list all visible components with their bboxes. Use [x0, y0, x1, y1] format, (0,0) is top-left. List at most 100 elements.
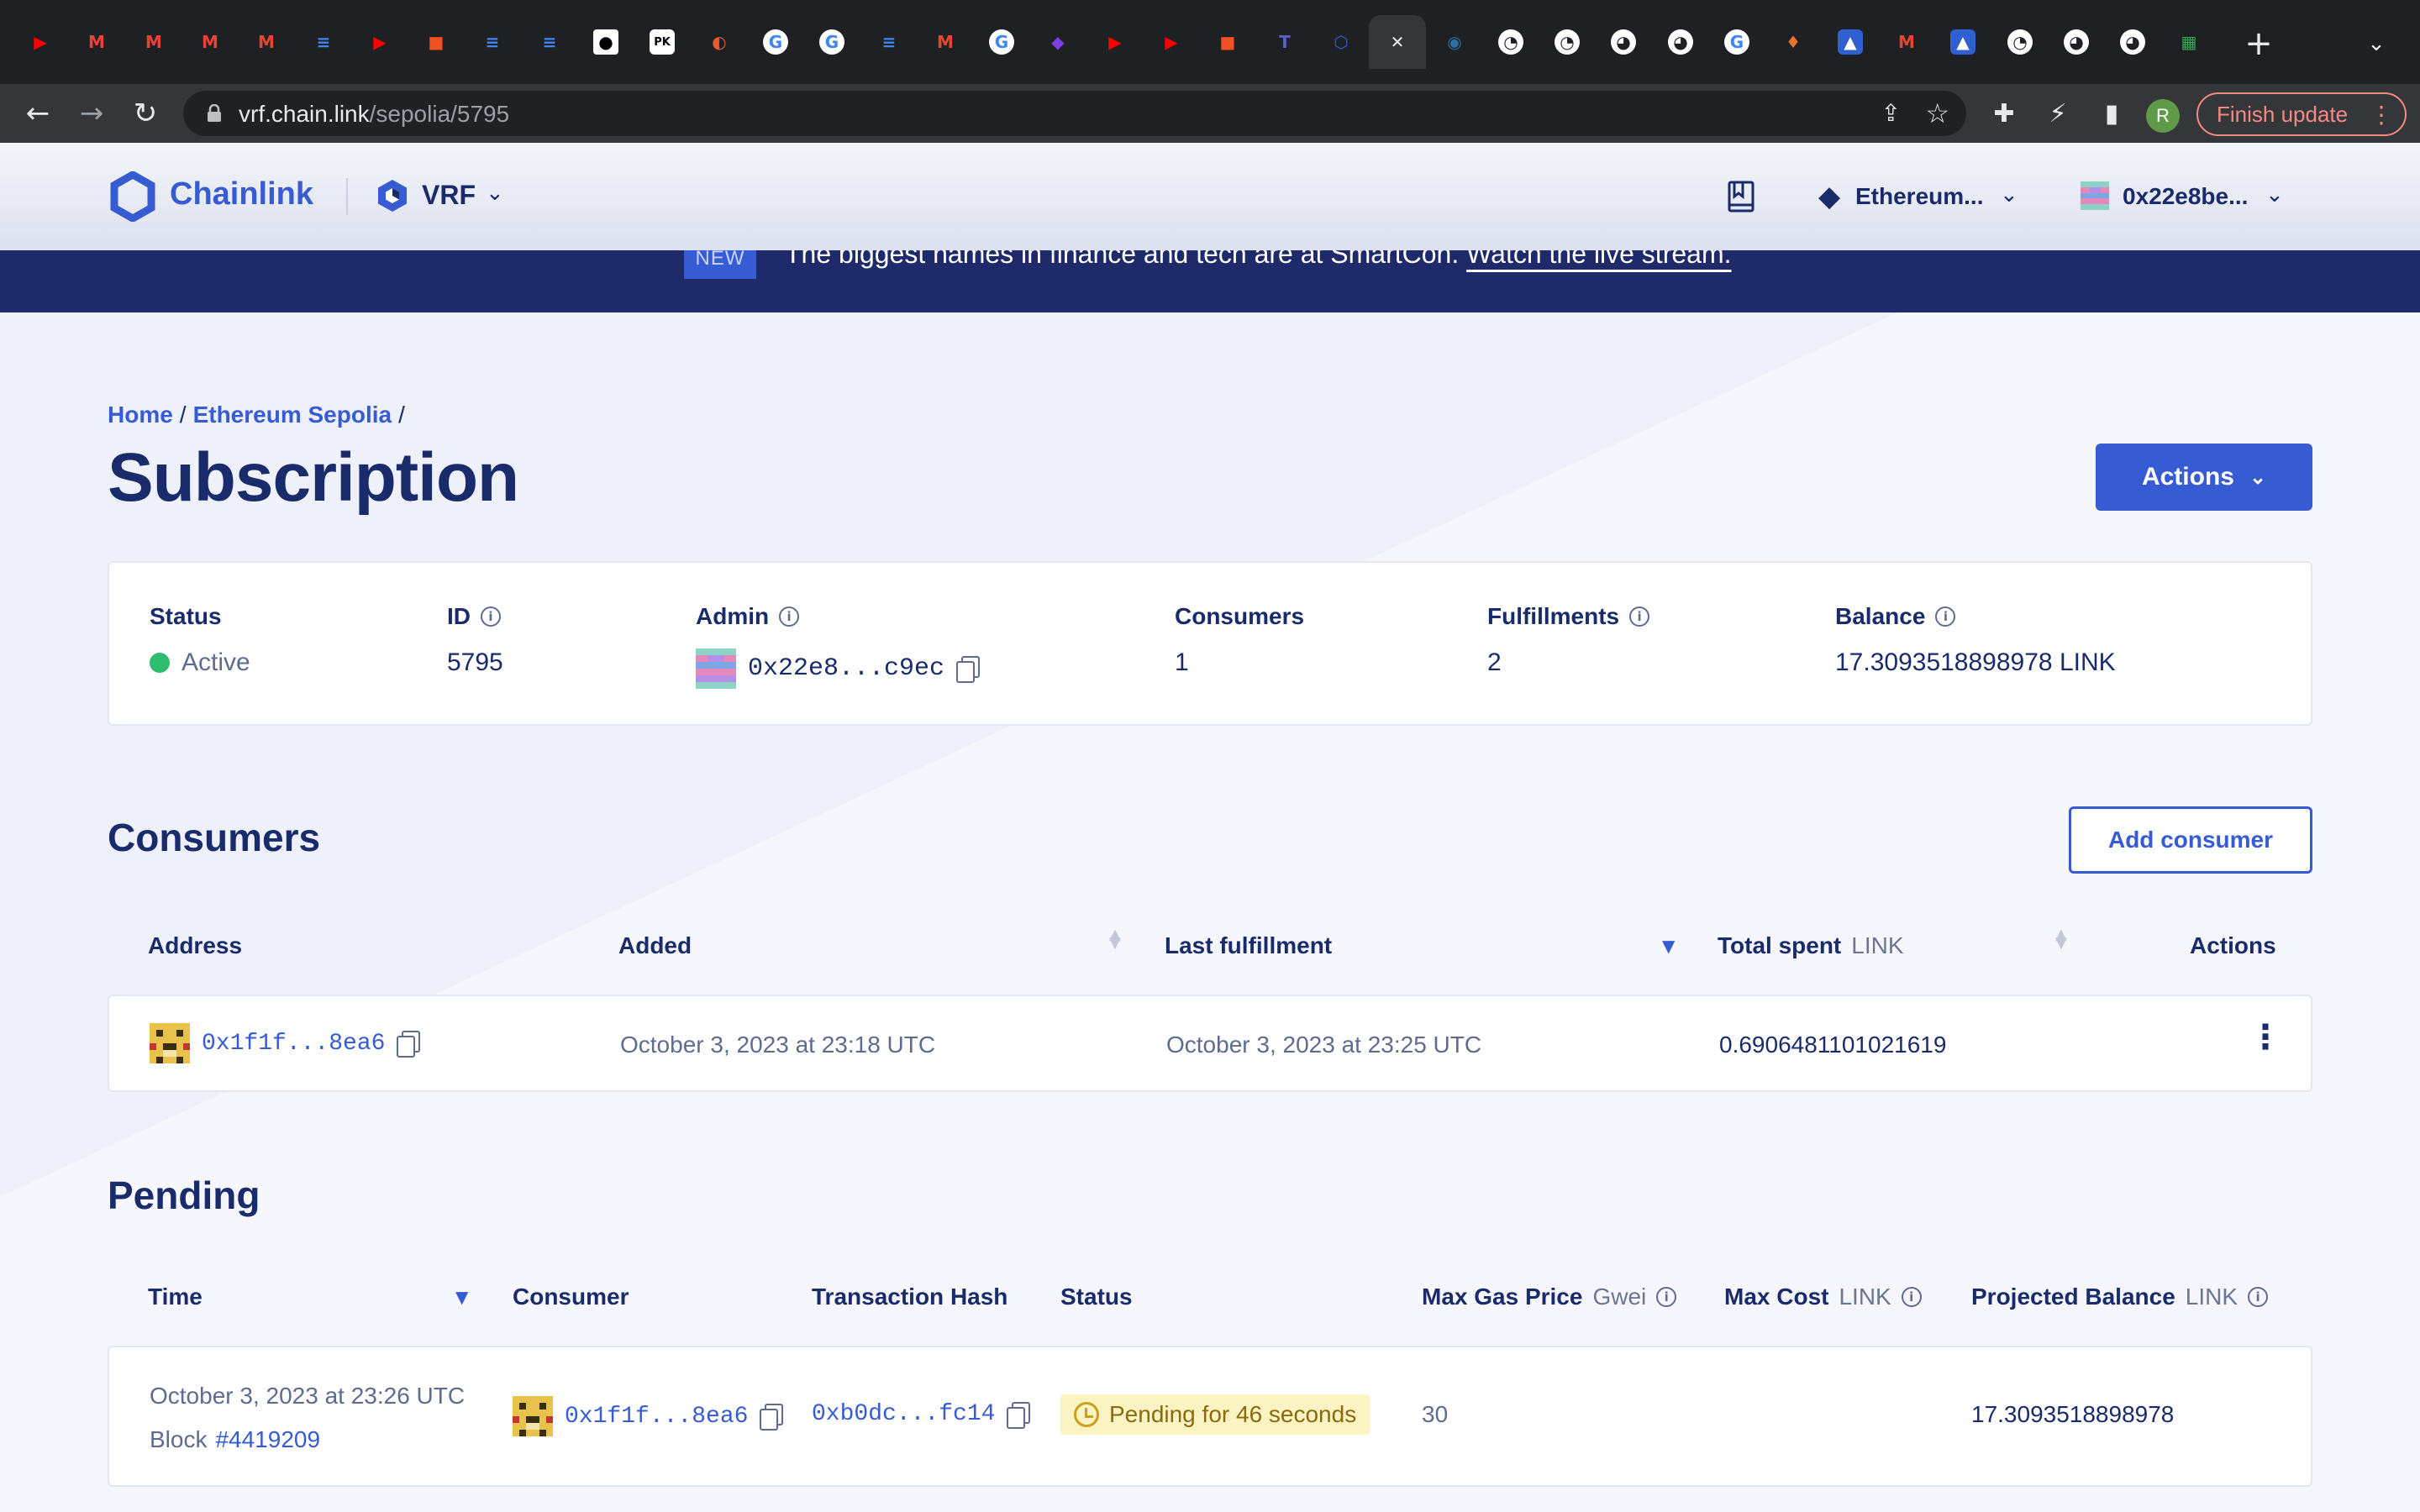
url-text[interactable]: vrf.chain.link/sepolia/5795: [239, 101, 509, 128]
column-header-last-fulfillment[interactable]: Last fulfillment: [1165, 932, 1332, 959]
browser-tab[interactable]: ◉: [1431, 18, 1478, 66]
share-icon[interactable]: ⇪: [1881, 99, 1901, 127]
browser-tab[interactable]: ▶: [1148, 18, 1195, 66]
browser-tab[interactable]: ◕: [1657, 18, 1704, 66]
browser-tab[interactable]: ◔: [1996, 18, 2044, 66]
side-panel-icon[interactable]: ▮: [2091, 92, 2133, 134]
browser-tab[interactable]: ◔: [1544, 18, 1591, 66]
new-tab-button[interactable]: +: [2235, 20, 2282, 67]
breadcrumb-network[interactable]: Ethereum Sepolia: [193, 402, 392, 428]
chevron-down-icon[interactable]: ⌄: [2000, 181, 2018, 207]
browser-tab[interactable]: M: [1883, 18, 1930, 66]
browser-tab[interactable]: M: [243, 18, 290, 66]
browser-tab[interactable]: G: [808, 18, 855, 66]
docs-book-icon[interactable]: [1724, 180, 1758, 213]
info-icon[interactable]: i: [1935, 606, 1956, 627]
brand-name[interactable]: Chainlink: [170, 176, 313, 213]
sort-descending-icon[interactable]: ▼: [1662, 936, 1675, 956]
browser-tab[interactable]: ▶: [1092, 18, 1139, 66]
copy-icon[interactable]: [397, 1031, 421, 1058]
browser-tab[interactable]: ≡: [300, 18, 347, 66]
browser-tab[interactable]: ⬡: [1318, 18, 1365, 66]
info-icon[interactable]: i: [2248, 1287, 2269, 1307]
extensions-icon[interactable]: ✚: [1983, 92, 2025, 134]
close-icon[interactable]: ✕: [1385, 29, 1410, 55]
consumers-value: 1: [1175, 648, 1189, 676]
browser-tab[interactable]: ✕: [1369, 15, 1426, 69]
bookmark-star-icon[interactable]: ☆: [1925, 97, 1949, 129]
address-bar[interactable]: vrf.chain.link/sepolia/5795 ⇪ ☆: [183, 91, 1966, 136]
browser-tab[interactable]: T: [1261, 18, 1308, 66]
browser-tab[interactable]: ▲: [1827, 18, 1874, 66]
browser-tab[interactable]: ◐: [696, 18, 743, 66]
block-link[interactable]: #4419209: [215, 1426, 320, 1453]
browser-tab[interactable]: ■: [1204, 18, 1251, 66]
back-icon[interactable]: ←: [17, 92, 59, 134]
browser-toolbar: ← → ↻ vrf.chain.link/sepolia/5795 ⇪ ☆ ✚ …: [0, 84, 2420, 143]
column-header-time[interactable]: Time: [148, 1284, 203, 1310]
profile-avatar[interactable]: R: [2146, 99, 2180, 133]
browser-tab[interactable]: ▲: [1939, 18, 1986, 66]
lock-icon[interactable]: [202, 101, 227, 126]
sort-descending-icon[interactable]: ▼: [455, 1287, 468, 1307]
product-selector[interactable]: VRF: [422, 180, 476, 211]
column-header-address[interactable]: Address: [148, 932, 242, 959]
column-header-total-spent[interactable]: Total spent LINK: [1718, 932, 1904, 959]
browser-tab[interactable]: G: [978, 18, 1025, 66]
browser-tab[interactable]: ▦: [2165, 18, 2212, 66]
info-icon[interactable]: i: [779, 606, 800, 627]
performance-icon[interactable]: ⚡: [2037, 92, 2079, 134]
admin-address[interactable]: 0x22e8...c9ec: [748, 654, 944, 683]
actions-button[interactable]: Actions ⌄: [2096, 444, 2312, 511]
copy-icon[interactable]: [956, 656, 981, 683]
tab-search-button[interactable]: ⌄: [2358, 25, 2395, 62]
browser-tab[interactable]: ≡: [865, 18, 913, 66]
network-selector[interactable]: Ethereum...: [1855, 183, 1983, 210]
browser-tab[interactable]: ◕: [2109, 18, 2156, 66]
browser-tab[interactable]: G: [1713, 18, 1760, 66]
browser-tab[interactable]: M: [130, 18, 177, 66]
browser-tab[interactable]: ◕: [1600, 18, 1647, 66]
browser-tab[interactable]: PK: [639, 18, 686, 66]
tx-hash-link[interactable]: 0xb0dc...fc14: [812, 1401, 995, 1427]
chevron-down-icon[interactable]: ⌄: [2265, 181, 2284, 207]
chevron-down-icon[interactable]: ⌄: [486, 180, 504, 206]
add-consumer-button[interactable]: Add consumer: [2069, 806, 2312, 874]
sort-icon[interactable]: ▲ ▼: [2055, 927, 2067, 951]
wallet-selector[interactable]: 0x22e8be...: [2123, 183, 2248, 210]
info-icon[interactable]: i: [481, 606, 501, 627]
browser-tab[interactable]: ♦: [1770, 18, 1817, 66]
browser-tab[interactable]: ≡: [469, 18, 516, 66]
browser-tab-strip: + ⌄ ▶ M M M M ≡ ▶ ■ ≡ ≡ ● PK ◐ G G ≡ M G ◆ ▶ ▶ ■ T ⬡ ✕ ◉ ◔ ◔ ◕ ◕ G ♦ ▲ M ▲…: [0, 0, 2420, 84]
copy-icon[interactable]: [760, 1404, 784, 1431]
reload-icon[interactable]: ↻: [124, 92, 166, 134]
info-icon[interactable]: i: [1901, 1287, 1922, 1307]
browser-tab[interactable]: M: [922, 18, 969, 66]
info-icon[interactable]: i: [1656, 1287, 1677, 1307]
vrf-icon[interactable]: [375, 178, 410, 213]
browser-tab[interactable]: ●: [582, 18, 629, 66]
sort-icon[interactable]: ▲ ▼: [1109, 927, 1121, 951]
row-actions-kebab-icon[interactable]: ⋮: [2249, 1018, 2282, 1057]
copy-icon[interactable]: [1007, 1401, 1031, 1429]
browser-tab[interactable]: ▶: [356, 18, 403, 66]
info-icon[interactable]: i: [1629, 606, 1650, 627]
pending-consumer-address[interactable]: 0x1f1f...8ea6: [565, 1404, 748, 1430]
browser-tab[interactable]: M: [187, 18, 234, 66]
browser-tab[interactable]: ◕: [2053, 18, 2100, 66]
browser-tab[interactable]: G: [752, 18, 799, 66]
browser-tab[interactable]: ▶: [17, 18, 64, 66]
browser-tab[interactable]: M: [73, 18, 120, 66]
consumer-address[interactable]: 0x1f1f...8ea6: [202, 1031, 385, 1057]
browser-tab[interactable]: ◔: [1487, 18, 1534, 66]
browser-tab[interactable]: ■: [413, 18, 460, 66]
browser-tab[interactable]: ≡: [526, 18, 573, 66]
browser-tab[interactable]: ◆: [1034, 18, 1081, 66]
forward-icon[interactable]: →: [71, 92, 113, 134]
chainlink-logo-icon[interactable]: [109, 171, 156, 222]
column-header-label: Last fulfillment: [1165, 932, 1333, 958]
breadcrumb-home[interactable]: Home: [108, 402, 173, 428]
kebab-menu-icon: ⋮: [2370, 102, 2393, 128]
column-header-added[interactable]: Added: [618, 932, 692, 959]
finish-update-button[interactable]: Finish update ⋮: [2196, 92, 2407, 136]
